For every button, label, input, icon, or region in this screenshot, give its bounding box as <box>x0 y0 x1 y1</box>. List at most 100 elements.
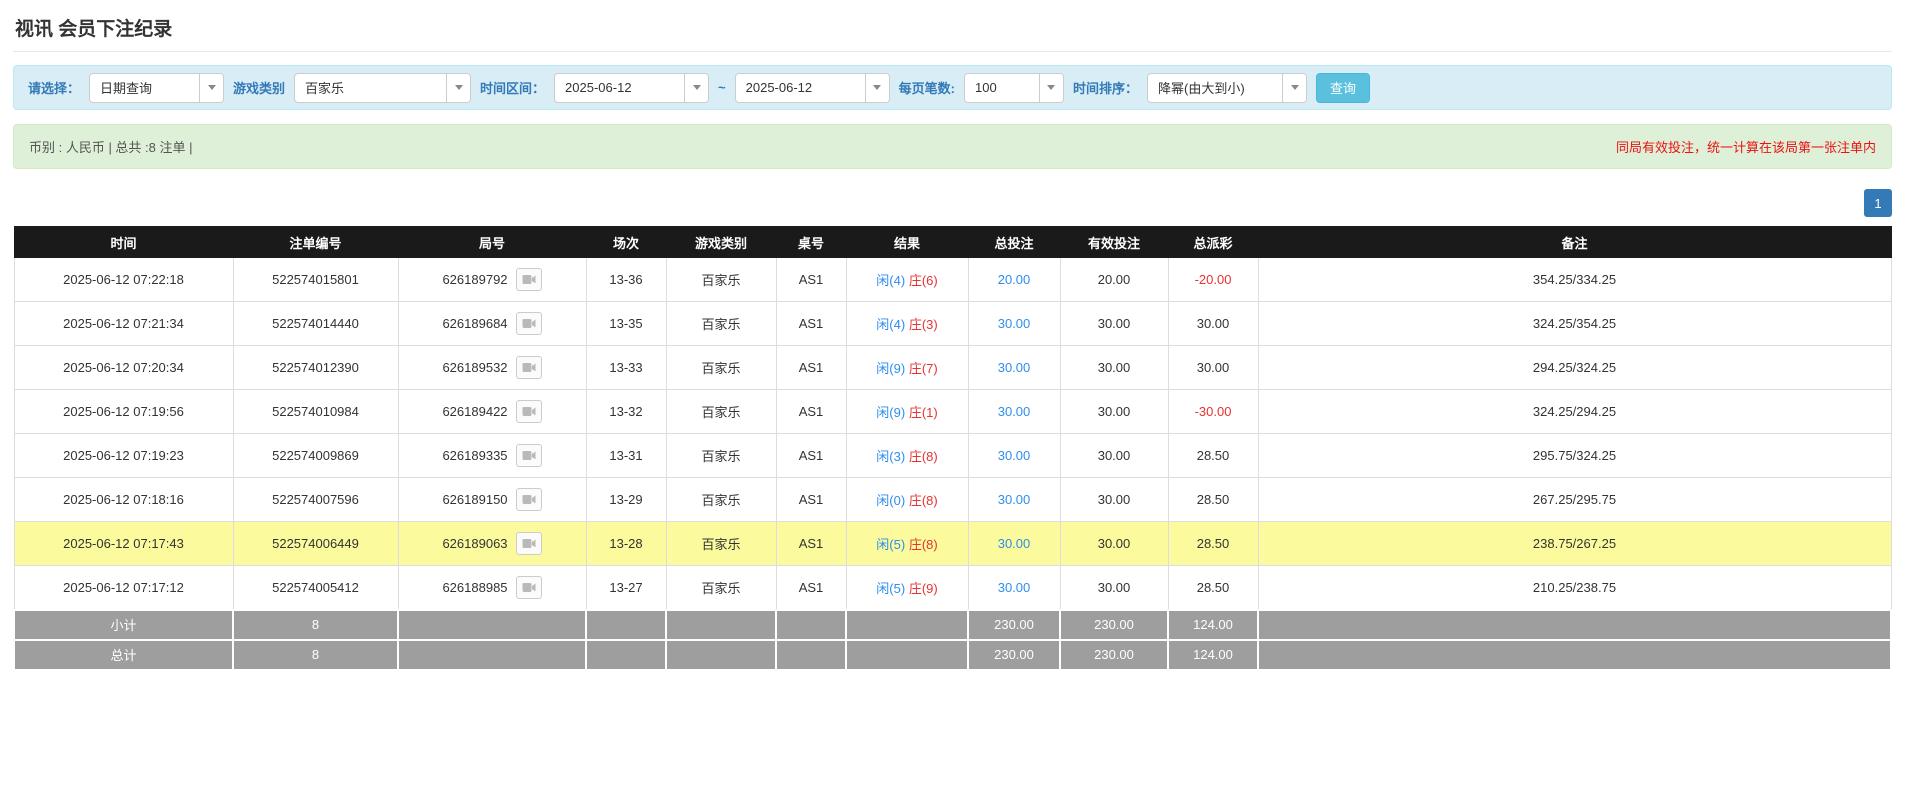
session-cell: 13-28 <box>585 521 667 566</box>
replay-video-button[interactable] <box>515 400 542 423</box>
table-no-cell: AS1 <box>775 565 847 610</box>
result-cell: 闲(5) 庄(8) <box>845 521 969 566</box>
table-body: 2025-06-12 07:22:18 522574015801 6261897… <box>13 257 1892 610</box>
subtotal-label: 小计 <box>13 608 234 641</box>
col-header-round: 局号 <box>397 226 587 258</box>
result-cell: 闲(9) 庄(1) <box>845 389 969 434</box>
time-cell: 2025-06-12 07:18:16 <box>13 477 234 522</box>
bet-id-cell: 522574007596 <box>232 477 399 522</box>
round-id: 626189422 <box>442 404 508 419</box>
replay-video-button[interactable] <box>515 575 542 599</box>
payout-cell: 28.50 <box>1167 521 1259 566</box>
game-cell: 百家乐 <box>665 389 777 434</box>
replay-icon <box>522 407 536 416</box>
date-from-value: 2025-06-12 <box>565 80 632 95</box>
col-header-payout: 总派彩 <box>1167 226 1259 258</box>
total-bet-link[interactable]: 30.00 <box>967 521 1061 566</box>
date-to-select[interactable]: 2025-06-12 <box>734 72 890 103</box>
query-type-value: 日期查询 <box>100 81 153 96</box>
result-cell: 闲(9) 庄(7) <box>845 345 969 390</box>
replay-icon <box>522 495 536 504</box>
page-button-1[interactable]: 1 <box>1864 189 1892 217</box>
sort-value: 降幂(由大到小) <box>1158 81 1245 96</box>
total-bet-link[interactable]: 30.00 <box>967 345 1061 390</box>
col-header-remark: 备注 <box>1257 226 1892 258</box>
total-bet-link[interactable]: 30.00 <box>967 301 1061 346</box>
result-cell: 闲(4) 庄(3) <box>845 301 969 346</box>
table-row: 2025-06-12 07:17:43 522574006449 6261890… <box>13 521 1892 566</box>
round-id: 626189150 <box>442 492 508 507</box>
total-bet-link[interactable]: 30.00 <box>967 477 1061 522</box>
total-bet-link[interactable]: 30.00 <box>967 433 1061 478</box>
subtotal-valid-bet: 230.00 <box>1059 608 1169 641</box>
session-cell: 13-32 <box>585 389 667 434</box>
round-id: 626188985 <box>442 579 508 595</box>
time-cell: 2025-06-12 07:17:43 <box>13 521 234 566</box>
replay-video-button[interactable] <box>515 312 542 335</box>
round-cell: 626189063 <box>397 521 587 566</box>
chevron-down-icon <box>199 73 224 102</box>
payout-cell: -20.00 <box>1167 257 1259 302</box>
total-bet-link[interactable]: 30.00 <box>967 565 1061 610</box>
replay-video-button[interactable] <box>515 444 542 467</box>
replay-icon <box>522 275 536 284</box>
replay-video-button[interactable] <box>515 488 542 511</box>
replay-video-button[interactable] <box>515 532 542 555</box>
valid-bet-cell: 30.00 <box>1059 301 1169 346</box>
table-no-cell: AS1 <box>775 521 847 566</box>
chevron-down-icon <box>864 73 889 102</box>
table-no-cell: AS1 <box>775 301 847 346</box>
game-cell: 百家乐 <box>665 521 777 566</box>
game-type-select[interactable]: 百家乐 <box>294 72 472 103</box>
result-banker: 庄(6) <box>908 273 938 288</box>
sort-select[interactable]: 降幂(由大到小) <box>1147 72 1307 103</box>
subtotal-total-bet: 230.00 <box>967 608 1061 641</box>
table-no-cell: AS1 <box>775 257 847 302</box>
result-cell: 闲(5) 庄(9) <box>845 565 969 610</box>
query-type-select[interactable]: 日期查询 <box>89 72 225 103</box>
bet-id-cell: 522574015801 <box>232 257 399 302</box>
table-no-cell: AS1 <box>775 389 847 434</box>
session-cell: 13-35 <box>585 301 667 346</box>
remark-cell: 267.25/295.75 <box>1257 477 1892 522</box>
total-payout: 124.00 <box>1167 638 1259 671</box>
total-total-bet: 230.00 <box>967 638 1061 671</box>
time-cell: 2025-06-12 07:21:34 <box>13 301 234 346</box>
total-label: 总计 <box>13 638 234 671</box>
notice-text: 同局有效投注，统一计算在该局第一张注单内 <box>1615 140 1876 155</box>
date-range-label: 时间区间： <box>480 81 546 96</box>
col-header-time: 时间 <box>13 226 234 258</box>
result-banker: 庄(7) <box>908 361 938 376</box>
time-cell: 2025-06-12 07:20:34 <box>13 345 234 390</box>
result-cell: 闲(4) 庄(6) <box>845 257 969 302</box>
col-header-session: 场次 <box>585 226 667 258</box>
replay-video-button[interactable] <box>515 268 542 291</box>
remark-cell: 354.25/334.25 <box>1257 257 1892 302</box>
total-bet-link[interactable]: 20.00 <box>967 257 1061 302</box>
remark-cell: 210.25/238.75 <box>1257 565 1892 610</box>
filter-bar: 请选择： 日期查询 游戏类别 百家乐 时间区间： 2025-06-12 ~ 20… <box>13 65 1892 110</box>
payout-cell: -30.00 <box>1167 389 1259 434</box>
result-banker: 庄(8) <box>908 493 938 508</box>
currency-summary-text: 币别 : 人民币 | 总共 :8 注单 | <box>29 140 193 155</box>
page-size-select[interactable]: 100 <box>963 72 1064 103</box>
replay-video-button[interactable] <box>515 356 542 379</box>
table-row: 2025-06-12 07:17:12 522574005412 6261889… <box>13 565 1892 610</box>
result-player: 闲(4) <box>876 273 906 288</box>
round-id: 626189684 <box>442 316 508 331</box>
time-cell: 2025-06-12 07:19:23 <box>13 433 234 478</box>
table-row: 2025-06-12 07:22:18 522574015801 6261897… <box>13 257 1892 302</box>
result-player: 闲(9) <box>876 405 906 420</box>
round-cell: 626188985 <box>397 565 587 610</box>
total-row: 总计 8 230.00 230.00 124.00 <box>13 638 1892 671</box>
game-cell: 百家乐 <box>665 565 777 610</box>
game-cell: 百家乐 <box>665 301 777 346</box>
page: 视讯 会员下注纪录 请选择： 日期查询 游戏类别 百家乐 时间区间： 2025-… <box>0 0 1905 691</box>
total-bet-link[interactable]: 30.00 <box>967 389 1061 434</box>
table-row: 2025-06-12 07:20:34 522574012390 6261895… <box>13 345 1892 390</box>
game-cell: 百家乐 <box>665 477 777 522</box>
session-cell: 13-33 <box>585 345 667 390</box>
round-cell: 626189422 <box>397 389 587 434</box>
search-button[interactable]: 查询 <box>1316 72 1371 103</box>
date-from-select[interactable]: 2025-06-12 <box>554 72 710 103</box>
